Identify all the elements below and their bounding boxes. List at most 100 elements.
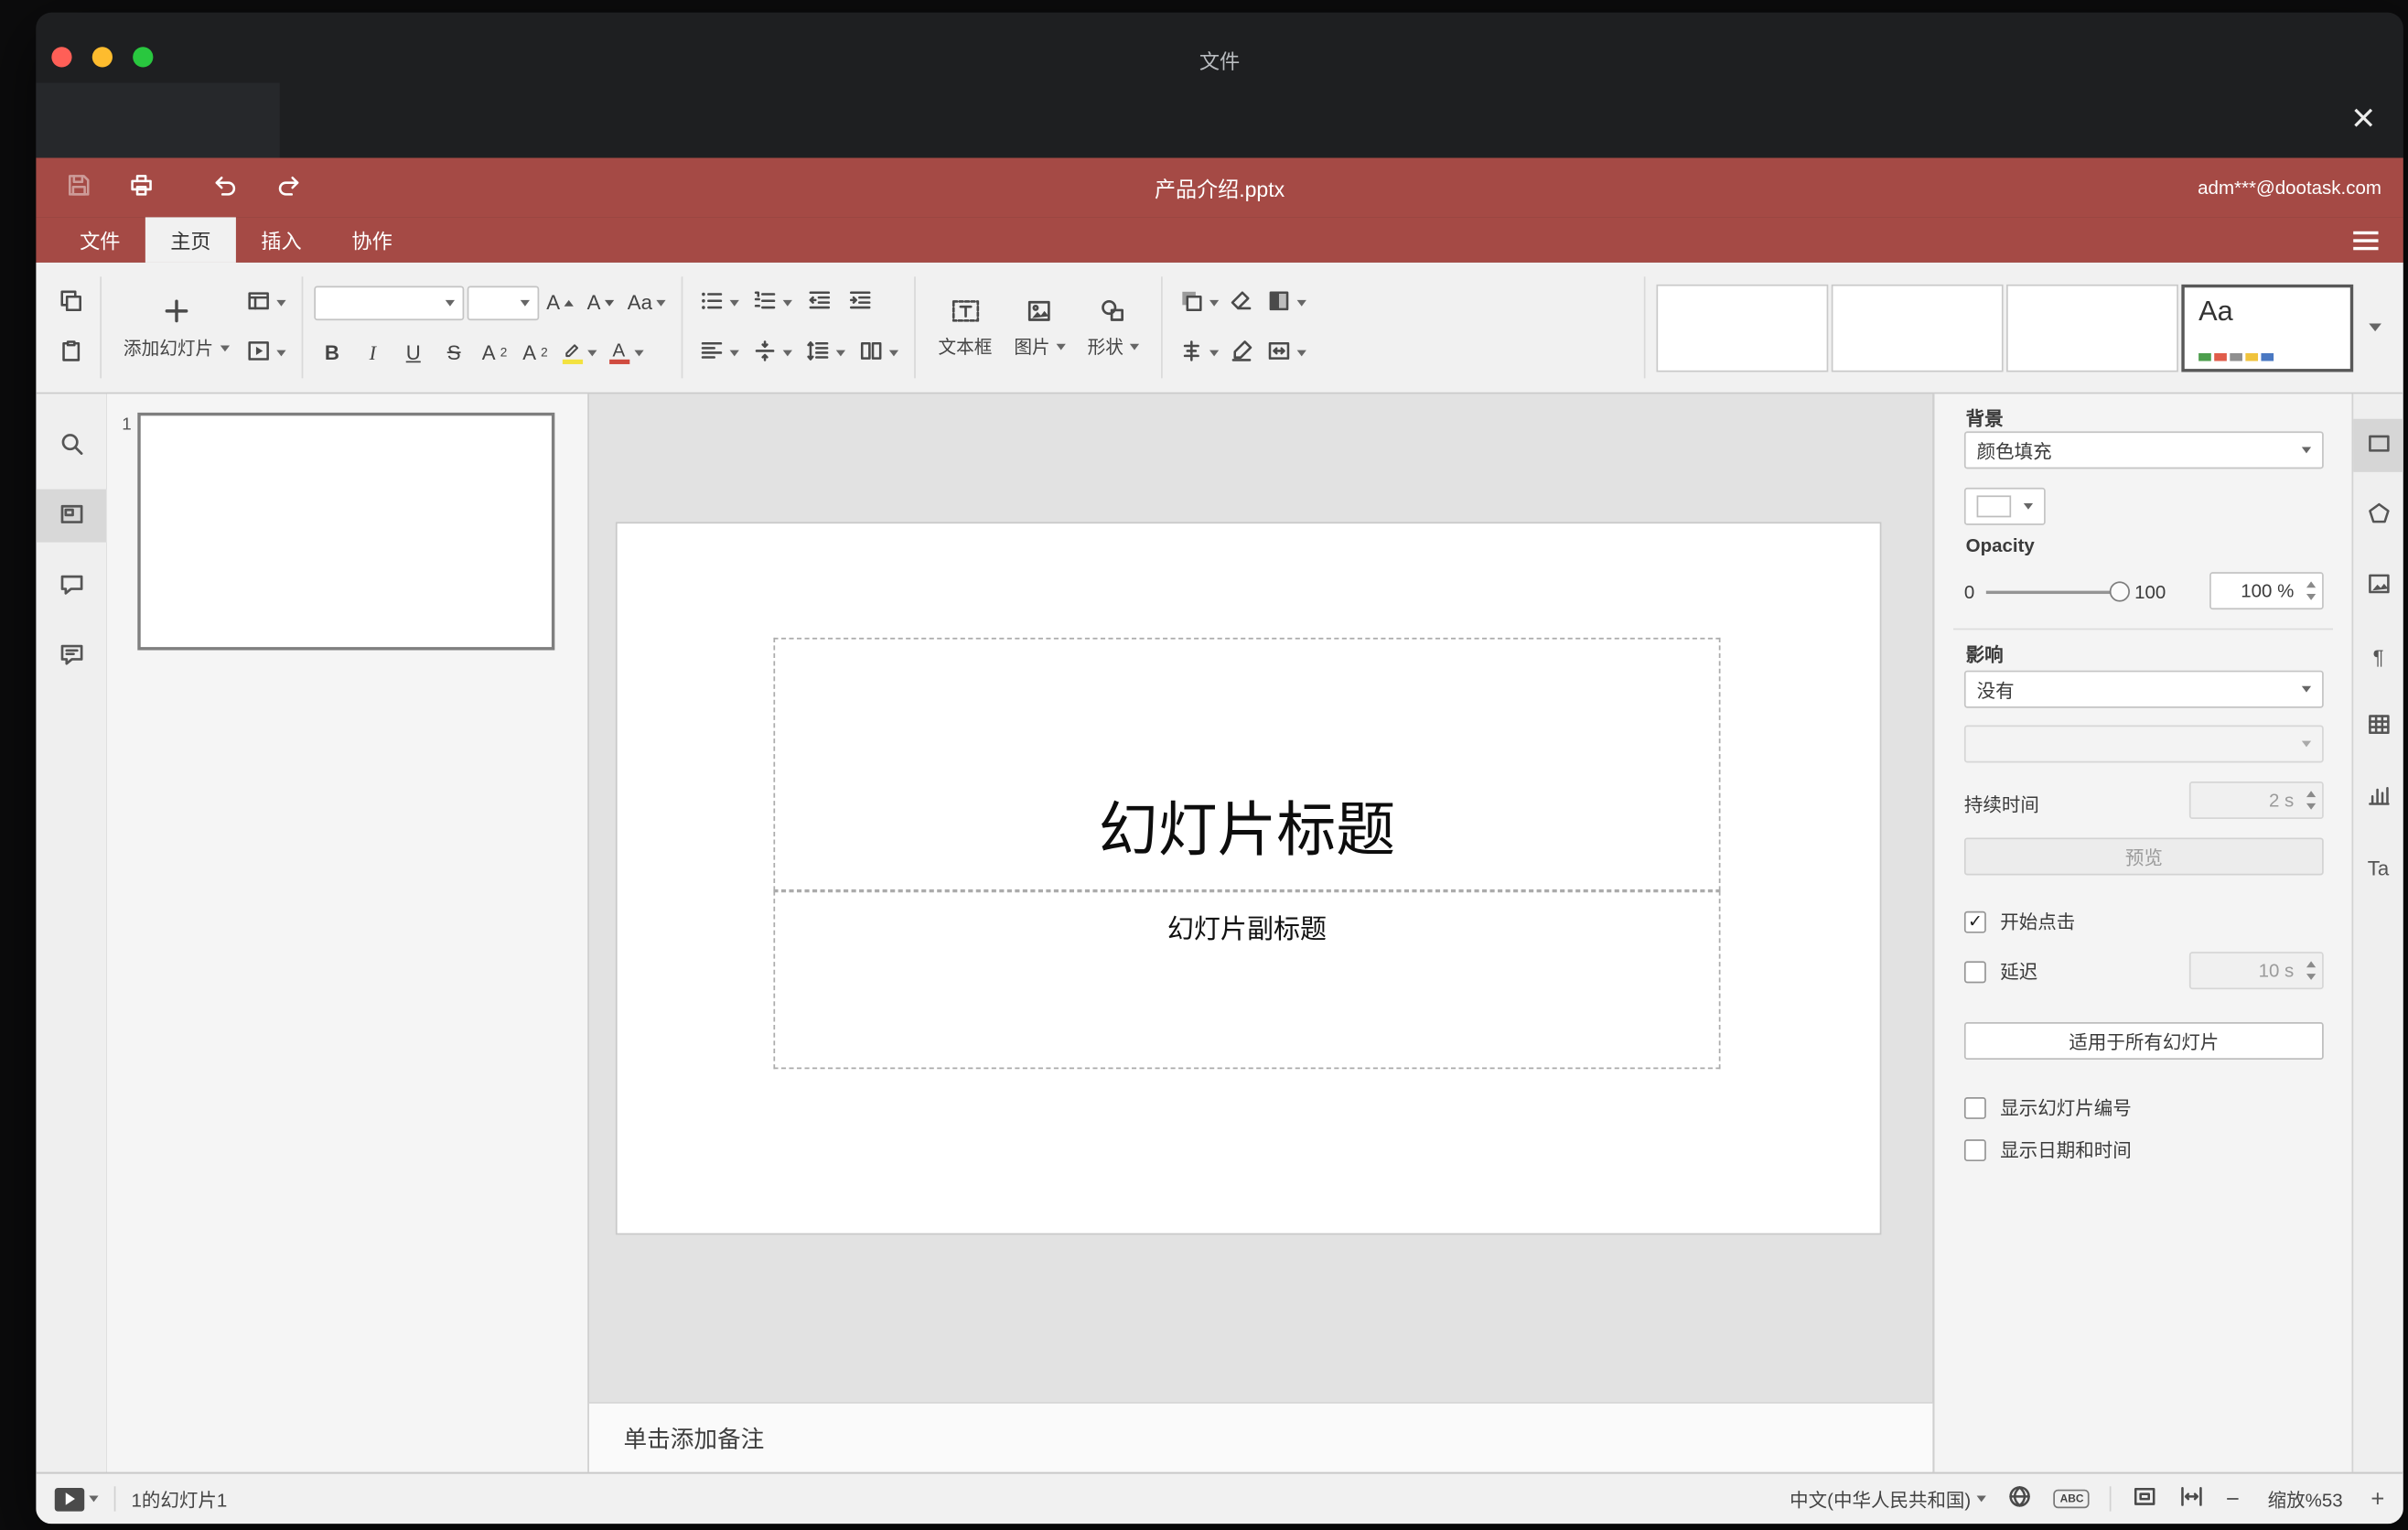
print-button[interactable] <box>121 167 161 208</box>
bold-button[interactable]: B <box>313 331 350 373</box>
font-name-combo[interactable] <box>313 285 464 320</box>
fit-to-width-button[interactable] <box>2179 1483 2206 1514</box>
comments-button[interactable] <box>36 559 106 612</box>
columns-button[interactable] <box>854 331 904 373</box>
paste-button[interactable] <box>51 331 89 373</box>
document-language-button[interactable] <box>2007 1483 2034 1514</box>
copy-style-button[interactable] <box>1223 331 1261 373</box>
opacity-label: Opacity <box>1965 534 2035 557</box>
numbering-button[interactable] <box>747 281 798 323</box>
increase-indent-button[interactable] <box>842 281 879 323</box>
slide[interactable]: 幻灯片标题 幻灯片副标题 <box>617 523 1880 1234</box>
redo-button[interactable] <box>267 167 307 208</box>
opacity-slider-handle[interactable] <box>2109 581 2130 602</box>
slide-settings-tab[interactable] <box>2353 418 2403 472</box>
chart-settings-tab[interactable] <box>2353 770 2403 824</box>
arrange-shape-button[interactable] <box>1174 281 1224 323</box>
subscript-button[interactable]: A2 <box>516 331 554 373</box>
undo-button[interactable] <box>205 167 245 208</box>
insert-image-button[interactable]: 图片 <box>1003 273 1076 382</box>
toolbar: 添加幻灯片 A A Aa B I U S A 2 A 2 A 文本框 图片 形状… <box>36 262 2403 394</box>
transition-effect-select[interactable]: 没有 <box>1963 670 2324 708</box>
theme-gallery-expand-button[interactable] <box>2369 323 2381 332</box>
table-settings-tab[interactable] <box>2353 700 2403 753</box>
delay-spinner[interactable]: 10 s <box>2188 952 2324 990</box>
apply-to-all-slides-button[interactable]: 适用于所有幻灯片 <box>1963 1022 2324 1061</box>
preview-button[interactable]: 预览 <box>1963 837 2324 876</box>
subtitle-placeholder[interactable]: 幻灯片副标题 <box>773 890 1721 1070</box>
image-settings-tab[interactable] <box>2353 559 2403 612</box>
superscript-button[interactable]: A2 <box>476 331 513 373</box>
right-icon-strip: ¶ Ta <box>2351 393 2403 1472</box>
add-slide-button[interactable]: 添加幻灯片 <box>113 273 240 382</box>
transition-option-select[interactable] <box>1963 725 2324 763</box>
spellcheck-button[interactable]: ABC <box>2053 1489 2091 1509</box>
theme-thumbnail[interactable] <box>1656 283 1829 372</box>
duration-spinner[interactable]: 2 s <box>2188 781 2324 819</box>
spinner-arrows[interactable] <box>2306 791 2317 810</box>
close-icon[interactable]: × <box>2351 97 2375 137</box>
italic-button[interactable]: I <box>354 331 392 373</box>
decrease-font-button[interactable]: A <box>582 281 619 323</box>
shape-settings-tab[interactable] <box>2353 490 2403 543</box>
zoom-out-button[interactable]: − <box>2226 1485 2240 1512</box>
decrease-indent-button[interactable] <box>801 281 838 323</box>
change-layout-button[interactable] <box>240 281 290 323</box>
theme-thumbnail[interactable] <box>2006 283 2178 372</box>
paragraph-settings-tab[interactable]: ¶ <box>2353 630 2403 683</box>
opacity-spinner[interactable]: 100 % <box>2209 572 2324 610</box>
slide-thumbnail[interactable] <box>137 412 555 651</box>
title-placeholder[interactable]: 幻灯片标题 <box>773 637 1721 891</box>
theme-thumbnail[interactable] <box>1831 283 2004 372</box>
slide-size-button[interactable] <box>1261 331 1311 373</box>
copy-button[interactable] <box>51 281 89 323</box>
delay-checkbox[interactable]: 延迟 <box>1963 958 2037 985</box>
search-button[interactable] <box>36 419 106 472</box>
font-color-button[interactable]: A <box>604 331 648 373</box>
hamburger-menu-icon[interactable] <box>2353 230 2379 250</box>
background-fill-select[interactable]: 颜色填充 <box>1963 431 2324 469</box>
tab-collaborate[interactable]: 协作 <box>327 217 417 263</box>
notes-area[interactable]: 单击添加备注 <box>588 1402 1933 1472</box>
slides-panel-button[interactable] <box>36 489 107 543</box>
editing-canvas[interactable]: 幻灯片标题 幻灯片副标题 <box>588 393 1933 1403</box>
start-slideshow-statusbar-button[interactable] <box>54 1487 99 1511</box>
insert-textbox-button[interactable]: 文本框 <box>928 273 1004 382</box>
checkbox-unchecked <box>1963 1096 1986 1119</box>
line-spacing-button[interactable] <box>801 331 851 373</box>
spinner-arrows[interactable] <box>2306 581 2317 600</box>
chat-button[interactable] <box>36 630 106 683</box>
start-slideshow-button[interactable] <box>240 331 290 373</box>
opacity-slider-track[interactable] <box>1985 590 2120 595</box>
underline-button[interactable]: U <box>394 331 432 373</box>
tab-home[interactable]: 主页 <box>145 217 236 263</box>
eraser-icon <box>1229 286 1255 318</box>
background-color-select[interactable] <box>1963 487 2046 525</box>
tab-file[interactable]: 文件 <box>55 217 145 263</box>
spinner-arrows[interactable] <box>2306 961 2317 980</box>
outdent-icon <box>806 286 833 318</box>
bullets-button[interactable] <box>694 281 745 323</box>
increase-font-button[interactable]: A <box>542 281 579 323</box>
insert-shape-button[interactable]: 形状 <box>1077 273 1150 382</box>
theme-thumbnail-selected[interactable]: Aa <box>2181 283 2354 372</box>
tab-insert[interactable]: 插入 <box>236 217 327 263</box>
align-shape-button[interactable] <box>1174 331 1224 373</box>
start-on-click-checkbox[interactable]: ✓ 开始点击 <box>1963 908 2075 934</box>
show-slide-number-checkbox[interactable]: 显示幻灯片编号 <box>1963 1094 2132 1121</box>
horizontal-align-button[interactable] <box>694 331 745 373</box>
save-button[interactable] <box>58 167 98 208</box>
clear-style-button[interactable] <box>1223 281 1261 323</box>
shape-fill-button[interactable] <box>1261 281 1311 323</box>
font-size-combo[interactable] <box>466 285 539 320</box>
strikethrough-button[interactable]: S <box>435 331 473 373</box>
show-date-time-checkbox[interactable]: 显示日期和时间 <box>1963 1137 2132 1163</box>
fit-to-slide-button[interactable] <box>2132 1483 2158 1514</box>
language-selector[interactable]: 中文(中华人民共和国) <box>1790 1485 1987 1512</box>
change-case-button[interactable]: Aa <box>623 281 672 323</box>
highlight-color-button[interactable] <box>557 331 601 373</box>
textart-settings-tab[interactable]: Ta <box>2353 841 2403 894</box>
zoom-in-button[interactable]: + <box>2370 1485 2384 1512</box>
vertical-align-button[interactable] <box>747 331 798 373</box>
document-title: 产品介绍.pptx <box>1154 178 1285 202</box>
